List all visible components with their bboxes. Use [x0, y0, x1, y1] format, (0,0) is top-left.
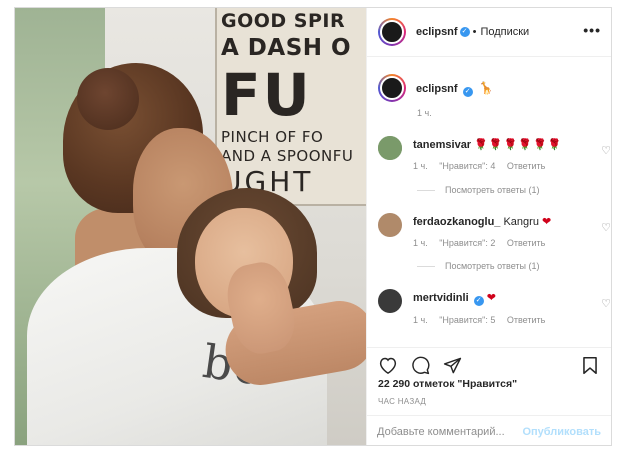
sign-line: A DASH O [221, 35, 352, 61]
add-comment-bar: Опубликовать [367, 415, 611, 445]
heart-outline-icon[interactable] [377, 354, 399, 376]
red-heart-emoji: ❤ [542, 216, 553, 228]
reply-button[interactable]: Ответить [507, 315, 545, 325]
comment-bubble-icon[interactable] [409, 354, 431, 376]
mother-hair-bun [77, 68, 139, 130]
commenter-username[interactable]: mertvidinli [413, 292, 469, 304]
commenter-avatar[interactable] [378, 136, 402, 160]
caption-avatar[interactable] [378, 74, 406, 102]
comment-text: 🌹🌹🌹🌹🌹🌹 [474, 139, 563, 151]
caption-username[interactable]: eclipsnf [416, 83, 458, 95]
comment-body: ferdaozkanoglu_ Kangru ❤ 1 ч. "Нравится"… [413, 215, 603, 248]
comment-item: mertvidinli ✓ ❤ 1 ч. "Нравится": 5 Ответ… [378, 289, 611, 325]
action-bar [377, 354, 463, 376]
commenter-avatar[interactable] [378, 289, 402, 313]
bookmark-icon[interactable] [579, 354, 601, 376]
view-replies-button[interactable]: Посмотреть ответы (1) [417, 261, 540, 271]
post-photo[interactable]: GOOD SPIR A DASH O FU PINCH OF FO AND A … [15, 8, 366, 445]
replies-dash [417, 265, 435, 267]
sign-line: AND A SPOONFU [221, 147, 354, 165]
comment-likes[interactable]: "Нравится": 2 [439, 238, 495, 248]
comment-likes[interactable]: "Нравится": 4 [439, 161, 495, 171]
following-button[interactable]: Подписки [480, 26, 529, 38]
sign-line: FU [221, 61, 312, 129]
instagram-post: GOOD SPIR A DASH O FU PINCH OF FO AND A … [14, 7, 612, 446]
commenter-avatar[interactable] [378, 213, 402, 237]
post-time-ago[interactable]: ЧАС НАЗАД [378, 397, 426, 406]
comment-like-heart-icon[interactable]: ♡ [601, 297, 611, 310]
comment-time[interactable]: 1 ч. [413, 238, 428, 248]
likes-count[interactable]: 22 290 отметок "Нравится" [378, 378, 517, 390]
comment-time[interactable]: 1 ч. [413, 315, 428, 325]
caption: eclipsnf ✓ 🦒 1 ч. [378, 74, 494, 118]
sign-line: PINCH OF FO [221, 128, 324, 146]
comment-input[interactable] [377, 426, 523, 438]
comment-time[interactable]: 1 ч. [413, 161, 428, 171]
reply-button[interactable]: Ответить [507, 161, 545, 171]
author-avatar[interactable] [378, 18, 406, 46]
comment-text: Kangru [503, 216, 539, 228]
paper-plane-icon[interactable] [441, 354, 463, 376]
author-username[interactable]: eclipsnf [416, 26, 458, 38]
view-replies-label: Посмотреть ответы (1) [445, 261, 540, 271]
red-heart-emoji: ❤ [486, 292, 497, 304]
post-header: eclipsnf ✓ • Подписки ••• [367, 8, 611, 57]
caption-time[interactable]: 1 ч. [417, 108, 432, 118]
author-info: eclipsnf ✓ • Подписки [416, 26, 529, 38]
verified-badge-icon: ✓ [459, 27, 470, 37]
post-side-panel: eclipsnf ✓ • Подписки ••• eclipsnf ✓ 🦒 1… [366, 8, 611, 445]
comment-like-heart-icon[interactable]: ♡ [601, 221, 611, 234]
more-options-icon[interactable]: ••• [583, 23, 601, 37]
post-actions-section: 22 290 отметок "Нравится" ЧАС НАЗАД Опуб… [367, 347, 611, 445]
wall-sign: GOOD SPIR A DASH O FU PINCH OF FO AND A … [215, 8, 366, 206]
comment-body: tanemsivar 🌹🌹🌹🌹🌹🌹 1 ч. "Нравится": 4 Отв… [413, 138, 603, 171]
reply-button[interactable]: Ответить [507, 238, 545, 248]
view-replies-label: Посмотреть ответы (1) [445, 185, 540, 195]
comment-item: tanemsivar 🌹🌹🌹🌹🌹🌹 1 ч. "Нравится": 4 Отв… [378, 136, 611, 171]
comment-like-heart-icon[interactable]: ♡ [601, 144, 611, 157]
giraffe-emoji: 🦒 [478, 81, 494, 95]
verified-badge-icon: ✓ [462, 87, 473, 97]
view-replies-button[interactable]: Посмотреть ответы (1) [417, 185, 540, 195]
comment-item: ferdaozkanoglu_ Kangru ❤ 1 ч. "Нравится"… [378, 213, 611, 248]
separator-dot: • [472, 26, 477, 38]
commenter-username[interactable]: ferdaozkanoglu_ [413, 216, 500, 228]
replies-dash [417, 189, 435, 191]
verified-badge-icon: ✓ [473, 296, 484, 306]
comment-likes[interactable]: "Нравится": 5 [439, 315, 495, 325]
sign-line: GOOD SPIR [221, 10, 346, 32]
commenter-username[interactable]: tanemsivar [413, 139, 471, 151]
publish-button[interactable]: Опубликовать [522, 426, 601, 438]
comment-body: mertvidinli ✓ ❤ 1 ч. "Нравится": 5 Ответ… [413, 291, 603, 325]
caption-text: eclipsnf ✓ 🦒 [416, 81, 494, 97]
